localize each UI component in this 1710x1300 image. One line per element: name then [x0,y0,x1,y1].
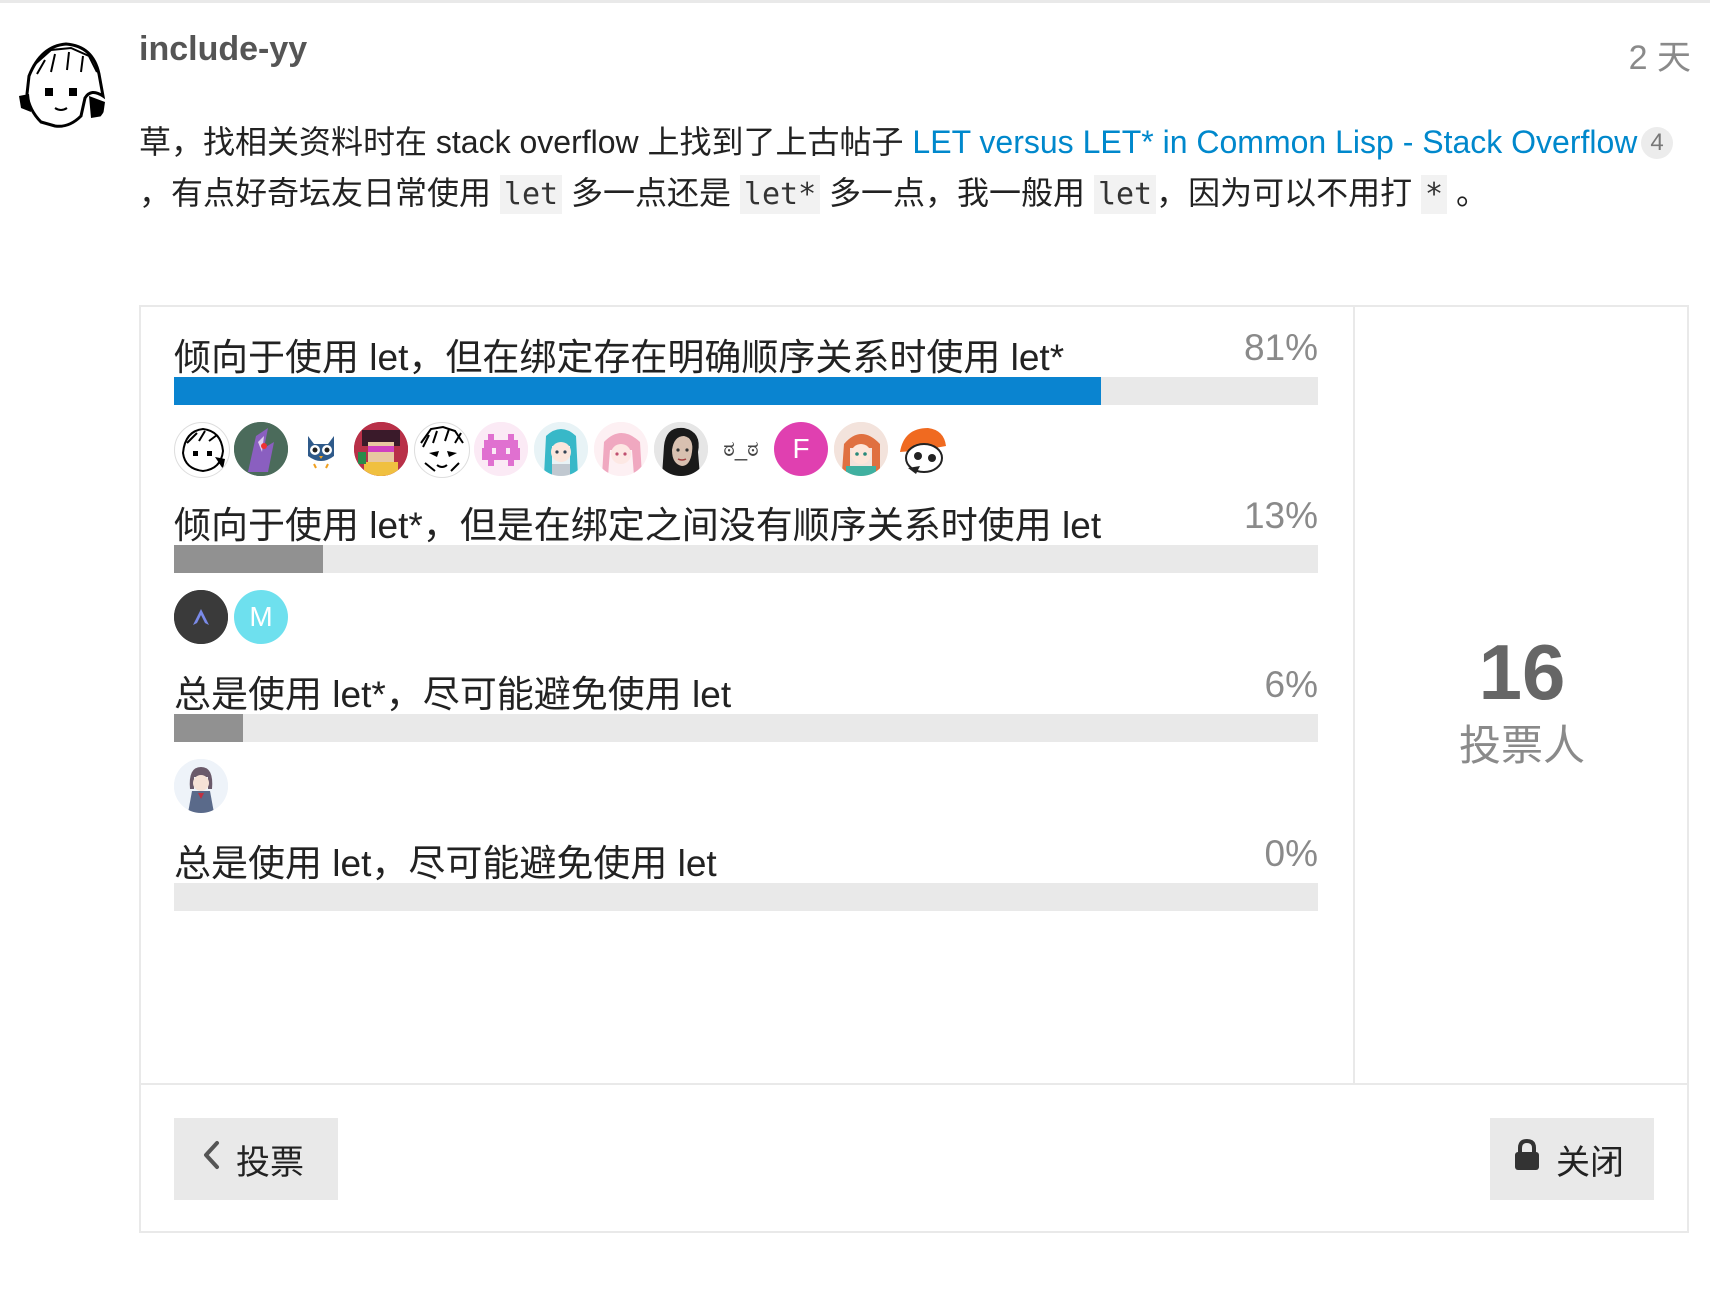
poll-bar-fill [174,545,323,573]
inline-code: * [1421,175,1448,214]
poll-bar-track [174,714,1318,742]
post-text: 多一点，我一般用 [820,175,1094,211]
voter-avatar[interactable] [174,590,228,644]
poll-bar-fill [174,714,243,742]
voter-avatar[interactable] [414,422,470,478]
poll-option-percent: 13% [1243,495,1318,536]
lock-icon [1514,1138,1556,1180]
voter-avatar[interactable] [894,422,948,476]
poll-option-label: 总是使用 let*，尽可能避免使用 let [174,674,732,715]
poll-bar-fill [174,377,1101,405]
inline-code: let [499,175,563,214]
poll-option-percent: 6% [1264,664,1318,705]
author-username[interactable]: include-yy [139,30,307,69]
voter-avatar[interactable] [294,422,348,476]
voter-avatar[interactable]: F [774,422,828,476]
voter-count-label: 投票人 [1458,722,1585,769]
poll-option-label: 倾向于使用 let，但在绑定存在明确顺序关系时使用 let* [174,337,1065,378]
vote-button-label: 投票 [236,1143,304,1182]
voter-avatar[interactable] [594,422,648,476]
chevron-left-icon [202,1140,236,1179]
poll-bar-track [174,545,1318,573]
voter-avatar[interactable] [234,422,288,476]
poll-option-percent: 0% [1264,833,1318,874]
top-divider [0,0,1710,3]
poll-bar-track [174,883,1318,911]
poll-option-label: 倾向于使用 let*，但是在绑定之间没有顺序关系时使用 let [174,505,1102,546]
close-button-label: 关闭 [1556,1143,1624,1182]
voter-count: 16 [1478,628,1566,716]
inline-code: let* [739,175,821,214]
poll-info: 16 投票人 [1353,307,1689,1083]
post-text: ，因为可以不用打 [1156,175,1422,211]
post-body: 草，找相关资料时在 stack overflow 上找到了上古帖子 LET ve… [139,117,1679,220]
poll-option-percent: 81% [1243,327,1318,368]
close-poll-button[interactable]: 关闭 [1490,1118,1654,1200]
post-text: ，有点好奇坛友日常使用 [139,175,500,211]
voter-avatar[interactable]: M [234,590,288,644]
inline-code: let [1093,175,1157,214]
post-text: 多一点还是 [562,175,740,211]
voter-avatar[interactable] [354,422,408,476]
link-click-count: 4 [1641,127,1673,159]
voter-avatar[interactable] [534,422,588,476]
author-avatar[interactable] [11,36,111,136]
voter-avatar[interactable] [174,422,230,478]
post-text: 。 [1447,175,1488,211]
stackoverflow-link[interactable]: LET versus LET* in Common Lisp - Stack O… [912,124,1637,160]
voter-avatar[interactable] [834,422,888,476]
vote-button[interactable]: 投票 [174,1118,338,1200]
poll-bar-track [174,377,1318,405]
poll: 倾向于使用 let，但在绑定存在明确顺序关系时使用 let* 81% ಠ_ಠ F… [139,305,1689,1233]
voter-avatar[interactable] [174,759,228,813]
poll-footer: 投票 关闭 [141,1083,1687,1233]
post-text: 草，找相关资料时在 stack overflow 上找到了上古帖子 [139,124,913,160]
poll-option-label: 总是使用 let，尽可能避免使用 let [174,843,717,884]
voter-avatar[interactable] [474,422,528,476]
post-date[interactable]: 2 天 [1629,30,1691,79]
poll-results: 倾向于使用 let，但在绑定存在明确顺序关系时使用 let* 81% ಠ_ಠ F… [141,307,1353,1083]
voter-avatar[interactable]: ಠ_ಠ [714,422,768,476]
voter-avatar[interactable] [654,422,708,476]
